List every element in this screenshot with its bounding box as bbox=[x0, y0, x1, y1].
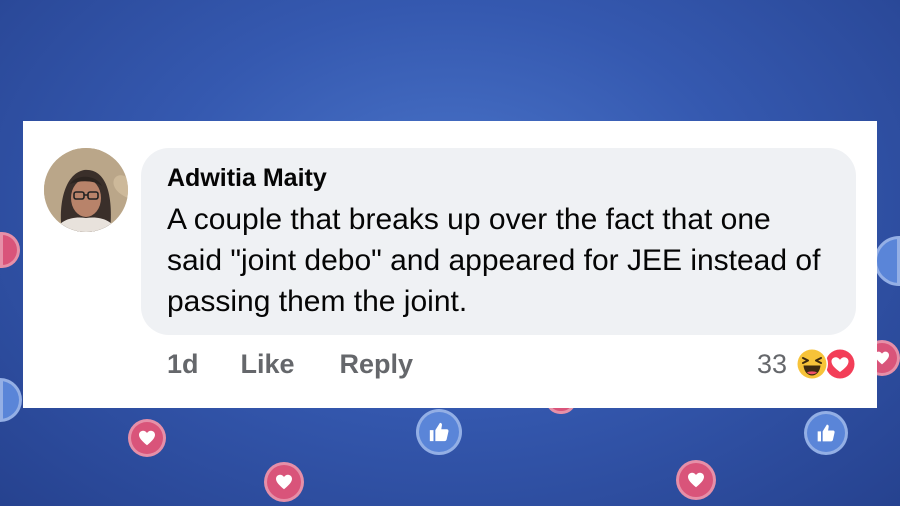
background-like-icon bbox=[874, 236, 900, 286]
background-heart-icon bbox=[128, 419, 166, 457]
reply-button[interactable]: Reply bbox=[340, 349, 414, 380]
comment-card: Adwitia Maity A couple that breaks up ov… bbox=[23, 121, 877, 408]
background-like-icon bbox=[0, 378, 22, 422]
comment-actions: 1d Like Reply bbox=[167, 349, 413, 380]
background-like-icon bbox=[416, 409, 462, 455]
comment-timestamp[interactable]: 1d bbox=[167, 349, 199, 380]
comment-text: A couple that breaks up over the fact th… bbox=[167, 203, 821, 318]
background-heart-icon bbox=[676, 460, 716, 500]
comment-author[interactable]: Adwitia Maity bbox=[167, 164, 327, 193]
avatar[interactable] bbox=[44, 148, 128, 232]
comment-bubble: Adwitia Maity A couple that breaks up ov… bbox=[141, 148, 856, 335]
reaction-summary[interactable]: 33 bbox=[757, 347, 857, 381]
background-like-icon bbox=[804, 411, 848, 455]
reaction-count: 33 bbox=[756, 348, 787, 379]
like-button[interactable]: Like bbox=[241, 349, 295, 380]
profile-photo-icon bbox=[44, 148, 128, 232]
haha-icon bbox=[795, 347, 829, 381]
background-heart-icon bbox=[0, 232, 20, 268]
background-heart-icon bbox=[264, 462, 304, 502]
